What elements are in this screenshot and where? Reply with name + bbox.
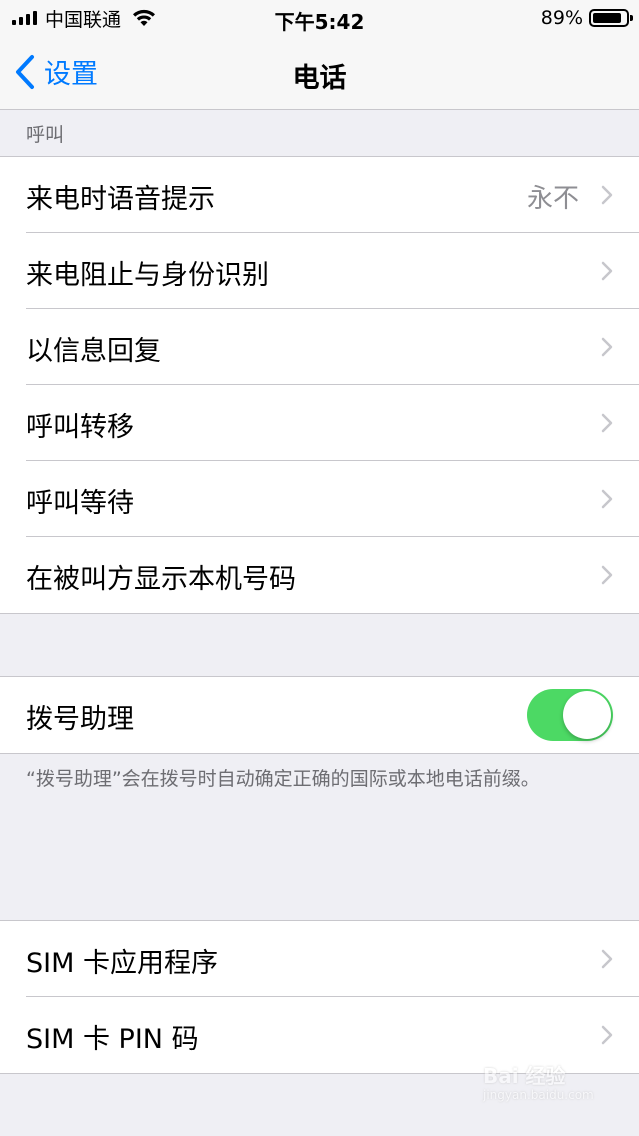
row-value: 永不 <box>526 184 579 214</box>
dial-assist-toggle[interactable] <box>527 689 613 741</box>
chevron-right-icon <box>601 1025 613 1045</box>
battery-percent: 89% <box>540 7 583 29</box>
row-label: SIM 卡 PIN 码 <box>26 1024 199 1055</box>
watermark-url: jingyan.baidu.com <box>483 1088 594 1102</box>
battery-fill <box>593 13 621 23</box>
row-call-forwarding[interactable]: 呼叫转移 <box>0 384 639 461</box>
row-show-caller-id[interactable]: 在被叫方显示本机号码 <box>0 536 639 613</box>
chevron-right-icon <box>601 413 613 433</box>
page-title: 电话 <box>292 63 347 94</box>
row-announce-calls[interactable]: 来电时语音提示 永不 <box>0 157 639 233</box>
chevron-right-icon <box>601 185 613 205</box>
chevron-right-icon <box>601 337 613 357</box>
battery-cap <box>630 15 633 21</box>
navigation-bar: 设置 电话 <box>0 36 639 110</box>
row-call-waiting[interactable]: 呼叫等待 <box>0 460 639 537</box>
sim-group: SIM 卡应用程序 SIM 卡 PIN 码 <box>0 920 639 1074</box>
status-bar: 中国联通 下午5:42 89% <box>0 0 639 36</box>
row-label: 在被叫方显示本机号码 <box>26 564 296 595</box>
row-label: 呼叫等待 <box>26 488 134 519</box>
watermark-brand: Bai 经验 <box>483 1064 566 1088</box>
status-right: 89% <box>540 6 633 30</box>
row-label: SIM 卡应用程序 <box>26 948 218 979</box>
dial-assist-group: 拨号助理 <box>0 676 639 754</box>
chevron-right-icon <box>601 489 613 509</box>
battery-icon <box>589 9 633 27</box>
row-label: 以信息回复 <box>26 336 161 367</box>
row-call-blocking[interactable]: 来电阻止与身份识别 <box>0 232 639 309</box>
chevron-right-icon <box>601 565 613 585</box>
row-label: 来电阻止与身份识别 <box>26 260 269 291</box>
row-dial-assist: 拨号助理 <box>0 677 639 753</box>
baidu-watermark: Bai 经验 jingyan.baidu.com <box>483 1060 603 1110</box>
row-label: 呼叫转移 <box>26 412 134 443</box>
section-header-calls: 呼叫 <box>26 124 65 146</box>
row-respond-with-text[interactable]: 以信息回复 <box>0 308 639 385</box>
row-label: 拨号助理 <box>26 704 134 735</box>
dial-assist-footer: “拨号助理”会在拨号时自动确定正确的国际或本地电话前缀。 <box>26 768 540 790</box>
row-label: 来电时语音提示 <box>26 184 215 215</box>
row-sim-applications[interactable]: SIM 卡应用程序 <box>0 921 639 997</box>
chevron-right-icon <box>601 261 613 281</box>
toggle-knob <box>563 691 611 739</box>
chevron-right-icon <box>601 949 613 969</box>
calls-group: 来电时语音提示 永不 来电阻止与身份识别 以信息回复 呼叫转移 呼叫等待 在被叫… <box>0 156 639 614</box>
